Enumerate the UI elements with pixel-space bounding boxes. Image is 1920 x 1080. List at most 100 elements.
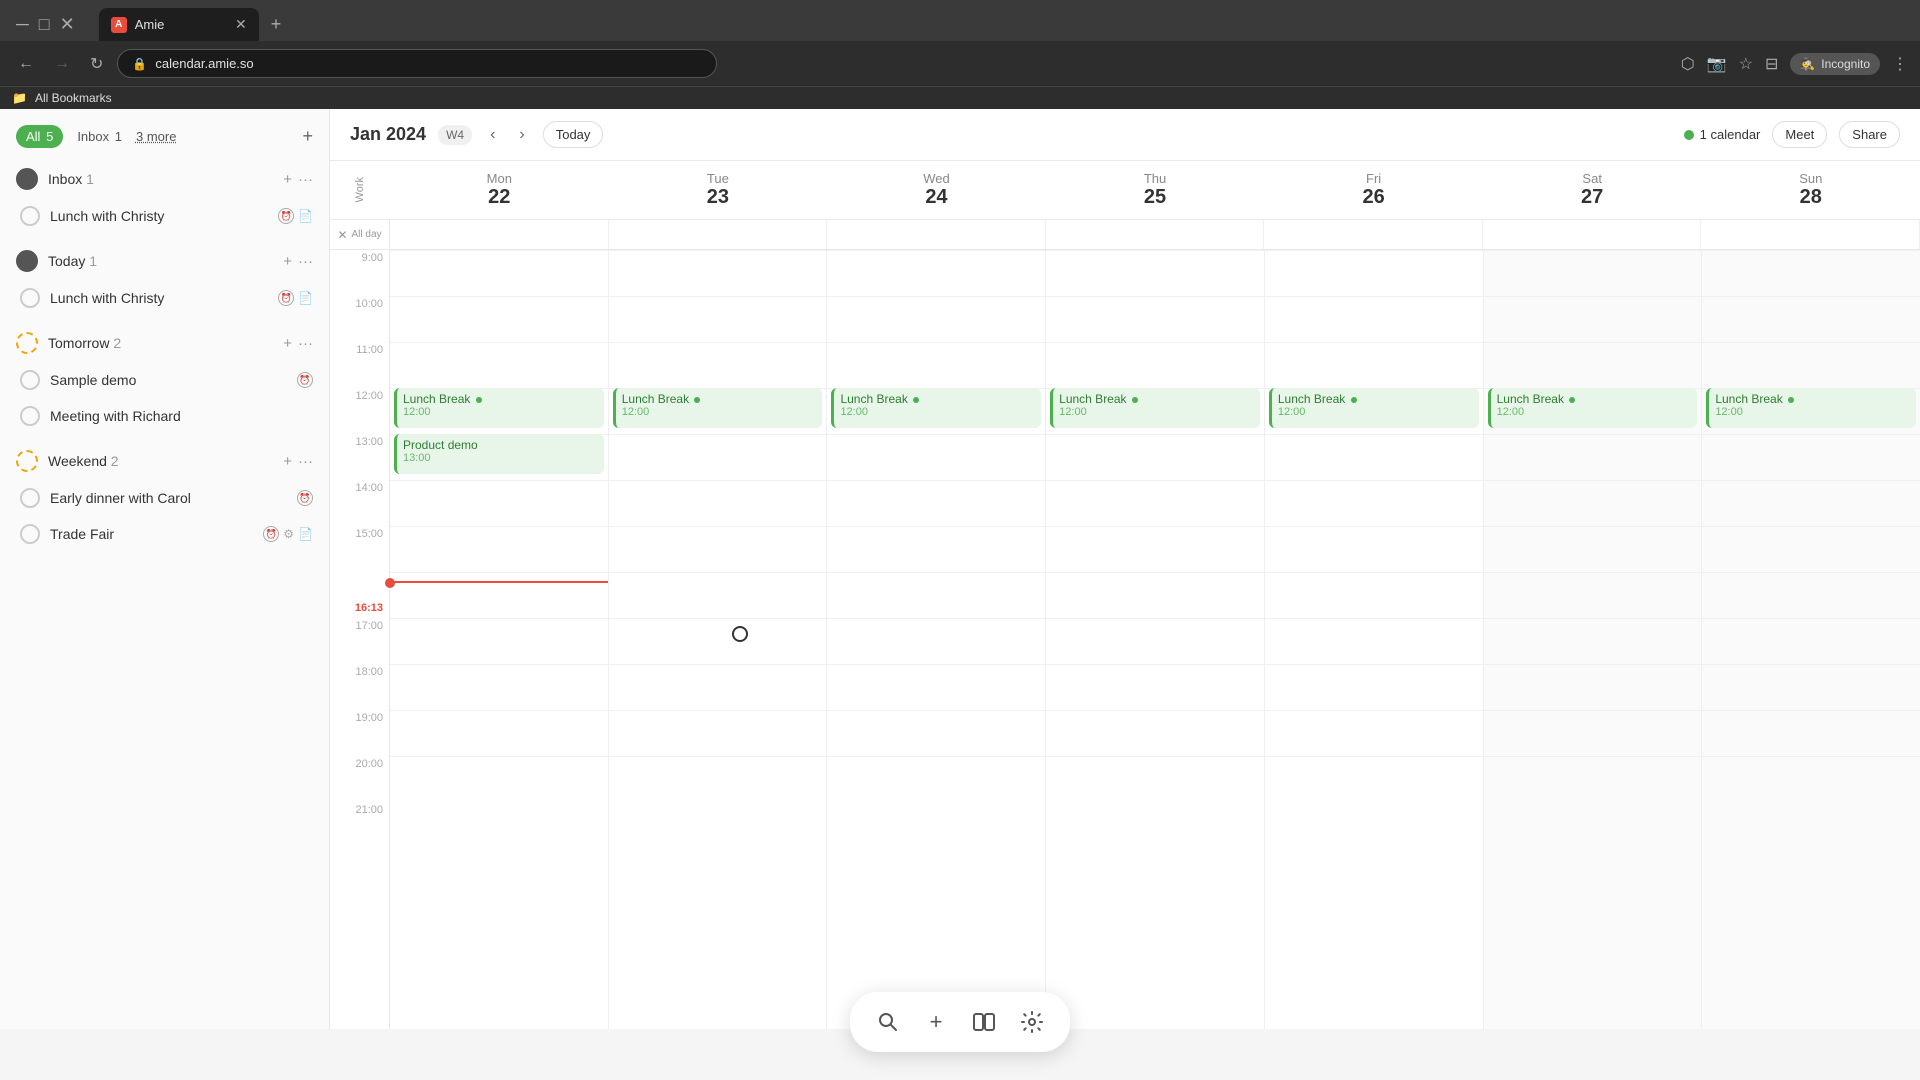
today-button[interactable]: Today [543,121,604,148]
new-tab-button[interactable]: + [263,10,290,39]
item-checkbox[interactable] [20,206,40,226]
weekend-more-button[interactable]: ··· [298,453,313,470]
sidebar-add-button[interactable]: + [302,126,313,147]
list-item[interactable]: Trade Fair ⏰ ⚙ 📄 [0,516,329,552]
sidebar-more-tabs[interactable]: 3 more [136,129,176,144]
file-icon: 📄 [298,291,313,305]
list-item[interactable]: Early dinner with Carol ⏰ [0,480,329,516]
inbox-add-button[interactable]: + [283,171,292,188]
all-day-thu[interactable] [1046,220,1265,249]
day-column-sat[interactable]: Lunch Break 12:00 [1484,250,1703,1029]
list-item[interactable]: Meeting with Richard [0,398,329,434]
prev-week-button[interactable]: ‹ [484,122,501,148]
event-lunch-break-mon[interactable]: Lunch Break 12:00 [394,388,604,428]
item-checkbox[interactable] [20,488,40,508]
time-10: 10:00 [330,296,389,342]
view-toggle-button[interactable] [962,1000,1006,1044]
today-add-button[interactable]: + [283,253,292,270]
all-day-mon[interactable] [390,220,609,249]
item-checkbox[interactable] [20,406,40,426]
today-label: Today 1 [48,253,273,269]
sidebar-section-inbox: Inbox 1 + ··· Lunch with Christy ⏰ 📄 [0,160,329,234]
inbox-more-button[interactable]: ··· [298,171,313,188]
event-lunch-break-thu[interactable]: Lunch Break 12:00 [1050,388,1260,428]
all-day-wed[interactable] [827,220,1046,249]
time-18: 18:00 [330,664,389,710]
minimize-button[interactable]: ─ [16,14,29,35]
tomorrow-more-button[interactable]: ··· [298,335,313,352]
cast-icon[interactable]: ⬡ [1681,54,1695,74]
event-lunch-break-sun[interactable]: Lunch Break 12:00 [1706,388,1916,428]
list-item[interactable]: Lunch with Christy ⏰ 📄 [0,198,329,234]
day-column-thu[interactable]: Lunch Break 12:00 [1046,250,1265,1029]
forward-button[interactable]: → [48,51,76,77]
day-column-sun[interactable]: Lunch Break 12:00 [1702,250,1920,1029]
time-16: 16:00 16:13 [330,572,389,618]
tomorrow-label: Tomorrow 2 [48,335,273,351]
close-button[interactable]: ✕ [60,14,75,35]
time-11: 11:00 [330,342,389,388]
reload-button[interactable]: ↻ [84,50,109,78]
folder-icon: 📁 [12,91,27,105]
event-lunch-break-fri[interactable]: Lunch Break 12:00 [1269,388,1479,428]
sidebar-toggle[interactable]: ⊟ [1765,54,1778,74]
all-day-tue[interactable] [609,220,828,249]
day-column-wed[interactable]: Lunch Break 12:00 [827,250,1046,1029]
item-label: Lunch with Christy [50,290,268,306]
event-product-demo[interactable]: Product demo 13:00 [394,434,604,474]
clock-icon: ⏰ [297,490,313,506]
day-headers: Work Mon 22 Tue 23 Wed 24 Thu 25 [330,161,1920,220]
day-header-wed: Wed 24 [827,161,1046,219]
event-lunch-break-wed[interactable]: Lunch Break 12:00 [831,388,1041,428]
tab-close-button[interactable]: ✕ [235,16,247,33]
time-12: 12:00 [330,388,389,434]
all-day-sat[interactable] [1483,220,1702,249]
week-badge: W4 [438,125,472,145]
calendar-title: Jan 2024 [350,124,426,145]
meet-button[interactable]: Meet [1772,121,1827,148]
browser-tab[interactable]: A Amie ✕ [99,8,259,41]
sidebar-tab-inbox[interactable]: Inbox 1 [67,125,132,148]
address-bar[interactable]: 🔒 calendar.amie.so [117,49,717,78]
list-item[interactable]: Sample demo ⏰ [0,362,329,398]
weekend-label: Weekend 2 [48,453,273,469]
today-icon [16,250,38,272]
item-checkbox[interactable] [20,524,40,544]
weekend-icon [16,450,38,472]
weekend-add-button[interactable]: + [283,453,292,470]
all-day-collapse-button[interactable]: ✕ [337,228,347,242]
maximize-button[interactable]: □ [39,14,50,35]
item-label: Trade Fair [50,526,253,542]
all-day-fri[interactable] [1264,220,1483,249]
search-button[interactable] [866,1000,910,1044]
current-time-line [390,581,608,583]
tomorrow-icon [16,332,38,354]
add-event-button[interactable]: + [914,1000,958,1044]
sidebar-section-weekend: Weekend 2 + ··· Early dinner with Carol … [0,442,329,552]
camera-off-icon[interactable]: 📷 [1707,54,1727,74]
day-column-fri[interactable]: Lunch Break 12:00 [1265,250,1484,1029]
settings-button[interactable] [1010,1000,1054,1044]
share-button[interactable]: Share [1839,121,1900,148]
day-header-mon: Mon 22 [390,161,609,219]
list-item[interactable]: Lunch with Christy ⏰ 📄 [0,280,329,316]
file-icon: 📄 [298,209,313,223]
tomorrow-add-button[interactable]: + [283,335,292,352]
item-checkbox[interactable] [20,288,40,308]
menu-button[interactable]: ⋮ [1892,54,1908,74]
today-more-button[interactable]: ··· [298,253,313,270]
next-week-button[interactable]: › [513,122,530,148]
event-lunch-break-tue[interactable]: Lunch Break 12:00 [613,388,823,428]
day-column-mon[interactable]: Lunch Break 12:00 Product demo 13:00 [390,250,609,1029]
day-column-tue[interactable]: Lunch Break 12:00 [609,250,828,1029]
incognito-icon: 🕵 [1800,57,1815,71]
all-day-sun[interactable] [1701,220,1920,249]
item-checkbox[interactable] [20,370,40,390]
work-label: Work [354,177,366,202]
calendar-grid: Work Mon 22 Tue 23 Wed 24 Thu 25 [330,161,1920,1029]
back-button[interactable]: ← [12,51,40,77]
bookmark-icon[interactable]: ☆ [1739,54,1753,74]
work-label-cell: Work [330,161,390,219]
sidebar-tab-all[interactable]: All 5 [16,125,63,148]
event-lunch-break-sat[interactable]: Lunch Break 12:00 [1488,388,1698,428]
